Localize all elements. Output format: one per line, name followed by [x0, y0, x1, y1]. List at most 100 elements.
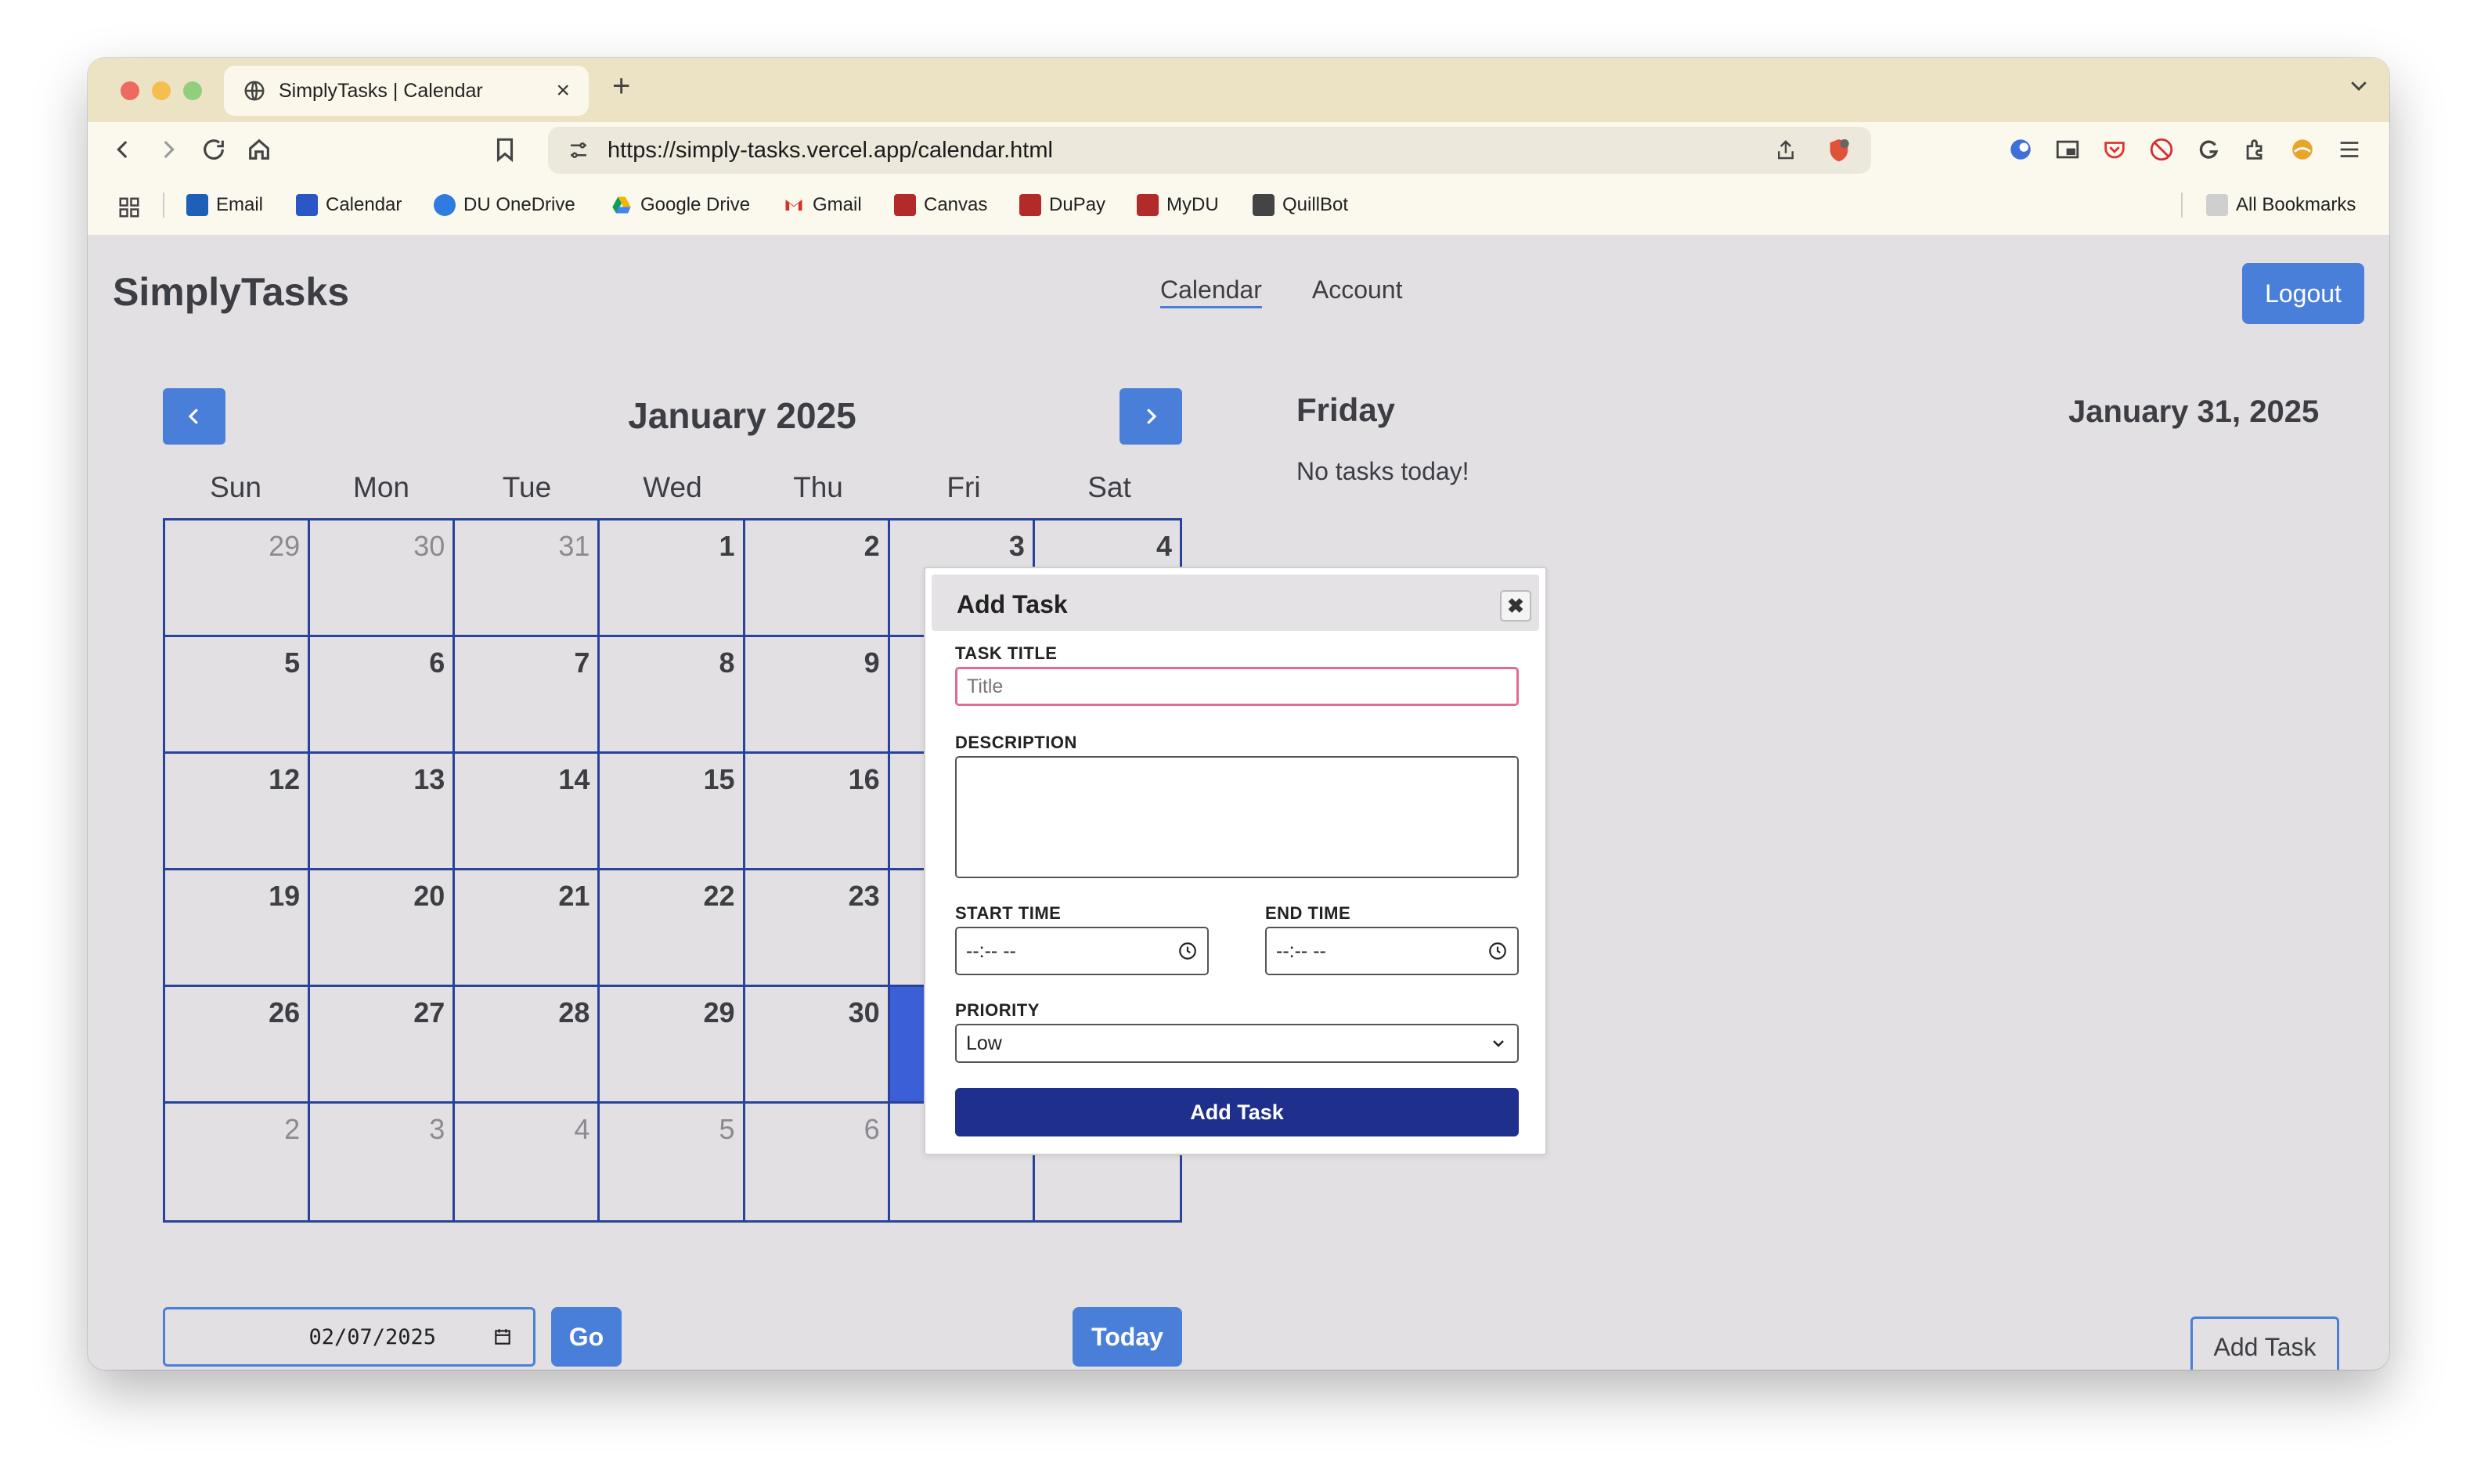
url-text: https://simply-tasks.vercel.app/calendar…	[608, 137, 1053, 163]
outlook-icon	[186, 194, 208, 216]
jump-date-input[interactable]: 02/07/2025	[163, 1307, 535, 1367]
calendar-day[interactable]: 14	[455, 754, 600, 870]
end-time-input[interactable]: --:-- --	[1265, 927, 1519, 975]
grammarly-icon[interactable]	[2195, 136, 2222, 163]
clock-icon[interactable]	[1177, 941, 1198, 961]
nav-account[interactable]: Account	[1312, 276, 1403, 308]
bookmark-gmail[interactable]: Gmail	[783, 194, 862, 216]
bookmark-icon[interactable]	[492, 136, 518, 163]
selected-date: January 31, 2025	[2068, 394, 2320, 429]
calendar-day[interactable]: 27	[310, 987, 456, 1104]
adblock-icon[interactable]	[2148, 136, 2175, 163]
logout-button[interactable]: Logout	[2242, 263, 2364, 324]
calendar-day[interactable]: 26	[165, 987, 311, 1104]
description-textarea[interactable]	[955, 756, 1519, 878]
calendar-day[interactable]: 1	[600, 520, 745, 637]
start-time-label: START TIME	[955, 903, 1062, 923]
calendar-day[interactable]: 15	[600, 754, 745, 870]
apps-grid-icon[interactable]	[117, 196, 141, 219]
calendar-day[interactable]: 3	[310, 1104, 456, 1220]
calendar-day[interactable]: 22	[600, 870, 745, 987]
new-tab-icon[interactable]: +	[612, 69, 630, 104]
extension-globe-icon[interactable]	[2007, 136, 2034, 163]
bookmark-canvas[interactable]: Canvas	[894, 194, 987, 216]
bookmark-google-drive[interactable]: Google Drive	[611, 194, 750, 216]
browser-tab[interactable]: SimplyTasks | Calendar ×	[224, 66, 589, 116]
calendar-day[interactable]: 13	[310, 754, 456, 870]
calendar-day[interactable]: 29	[600, 987, 745, 1104]
weekday-label: Sun	[210, 471, 261, 503]
go-button[interactable]: Go	[551, 1307, 622, 1367]
today-button[interactable]: Today	[1073, 1307, 1182, 1367]
calendar-picker-icon[interactable]	[492, 1327, 513, 1347]
open-add-task-button[interactable]: Add Task	[2190, 1317, 2339, 1370]
chevron-down-icon[interactable]	[2347, 74, 2371, 97]
bookmark-email[interactable]: Email	[186, 194, 263, 216]
browser-window: SimplyTasks | Calendar × + https://simpl…	[88, 58, 2389, 1370]
address-bar[interactable]: https://simply-tasks.vercel.app/calendar…	[548, 127, 1871, 174]
calendar-day[interactable]: 30	[310, 520, 456, 637]
top-nav: Calendar Account	[1160, 276, 1402, 308]
back-icon[interactable]	[110, 136, 136, 163]
calendar-day[interactable]: 28	[455, 987, 600, 1104]
start-time-input[interactable]: --:-- --	[955, 927, 1209, 975]
home-icon[interactable]	[246, 136, 272, 163]
forward-icon[interactable]	[155, 136, 182, 163]
bookmark-mydu[interactable]: MyDU	[1137, 194, 1219, 216]
calendar-day[interactable]: 7	[455, 637, 600, 754]
profile-icon[interactable]	[2289, 136, 2316, 163]
calendar-day[interactable]: 31	[455, 520, 600, 637]
priority-value: Low	[966, 1032, 1002, 1054]
tab-bar: SimplyTasks | Calendar × +	[88, 58, 2389, 122]
picture-in-picture-icon[interactable]	[2054, 136, 2081, 163]
close-window-button[interactable]	[121, 81, 139, 100]
calendar-day[interactable]: 29	[165, 520, 311, 637]
clock-icon[interactable]	[1487, 941, 1508, 961]
calendar-day[interactable]: 6	[310, 637, 456, 754]
close-tab-icon[interactable]: ×	[556, 77, 570, 104]
minimize-window-button[interactable]	[152, 81, 171, 100]
reload-icon[interactable]	[200, 136, 227, 163]
task-title-input[interactable]: Title	[955, 667, 1519, 706]
chevron-left-icon	[188, 409, 198, 424]
start-time-value: --:-- --	[966, 939, 1016, 962]
calendar-day[interactable]: 30	[745, 987, 890, 1104]
calendar-day[interactable]: 16	[745, 754, 890, 870]
bookmark-dupay[interactable]: DuPay	[1019, 194, 1105, 216]
calendar-day[interactable]: 4	[455, 1104, 600, 1220]
share-icon[interactable]	[1774, 139, 1797, 162]
extensions-puzzle-icon[interactable]	[2242, 136, 2269, 163]
zoom-window-button[interactable]	[183, 81, 202, 100]
bookmark-quillbot[interactable]: QuillBot	[1253, 194, 1348, 216]
calendar-day[interactable]: 2	[745, 520, 890, 637]
calendar-day[interactable]: 20	[310, 870, 456, 987]
calendar-day[interactable]: 19	[165, 870, 311, 987]
calendar-day[interactable]: 2	[165, 1104, 311, 1220]
du-pay-icon	[1019, 194, 1041, 216]
du-canvas-icon	[894, 194, 916, 216]
bookmark-du-onedrive[interactable]: DU OneDrive	[434, 194, 575, 216]
calendar-day[interactable]: 6	[745, 1104, 890, 1220]
app-logo[interactable]: SimplyTasks	[113, 269, 349, 315]
calendar-day[interactable]: 9	[745, 637, 890, 754]
calendar-day[interactable]: 21	[455, 870, 600, 987]
menu-icon[interactable]	[2336, 136, 2363, 163]
site-settings-icon[interactable]	[567, 139, 590, 162]
pocket-icon[interactable]	[2101, 136, 2128, 163]
calendar-day[interactable]: 8	[600, 637, 745, 754]
calendar-day[interactable]: 5	[600, 1104, 745, 1220]
priority-select[interactable]: Low	[955, 1024, 1519, 1063]
calendar-day[interactable]: 5	[165, 637, 311, 754]
close-modal-button[interactable]: ✖	[1500, 590, 1531, 621]
shield-icon[interactable]	[1826, 137, 1852, 164]
submit-add-task-button[interactable]: Add Task	[955, 1088, 1519, 1136]
nav-calendar[interactable]: Calendar	[1160, 276, 1262, 308]
calendar-day[interactable]: 23	[745, 870, 890, 987]
all-bookmarks[interactable]: All Bookmarks	[2206, 194, 2356, 216]
bookmark-calendar[interactable]: Calendar	[296, 194, 402, 216]
calendar-day[interactable]: 12	[165, 754, 311, 870]
quillbot-icon	[1253, 194, 1275, 216]
next-month-button[interactable]	[1120, 388, 1182, 445]
prev-month-button[interactable]	[163, 388, 225, 445]
mydu-icon	[1137, 194, 1159, 216]
